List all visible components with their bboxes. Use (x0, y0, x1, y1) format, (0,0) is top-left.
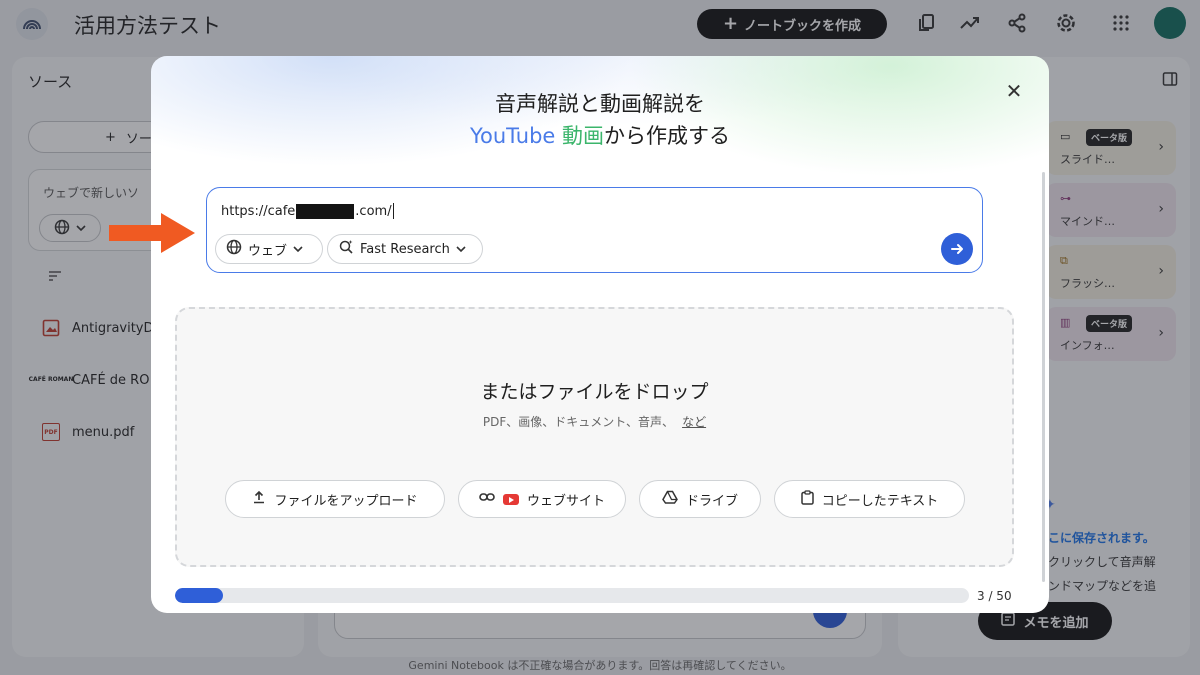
redaction-box (296, 203, 355, 219)
drive-icon (662, 490, 678, 508)
research-mode-label: Fast Research (360, 241, 450, 257)
globe-icon (226, 239, 242, 259)
research-mode-dropdown[interactable]: Fast Research (327, 234, 483, 264)
more-file-types-link[interactable]: など (682, 415, 706, 429)
sparkle-search-icon (338, 239, 354, 259)
web-source-label: ウェブ (248, 243, 288, 259)
source-limit-progress-fill (175, 588, 223, 603)
clipboard-icon (800, 489, 814, 509)
dialog-title-video: 動画 (562, 124, 605, 148)
url-input-value[interactable]: https://cafe .com/ (221, 203, 394, 219)
chevron-down-icon (456, 242, 466, 257)
copied-text-button[interactable]: コピーしたテキスト (774, 480, 965, 518)
dialog-title-youtube: YouTube (469, 124, 556, 148)
submit-url-button[interactable] (941, 233, 973, 265)
dialog-scrollbar[interactable] (1042, 172, 1045, 582)
youtube-icon (502, 493, 519, 505)
dialog-title-line1: 音声解説と動画解説を (495, 92, 705, 116)
url-input-box[interactable]: https://cafe .com/ ウェブ Fast Research (206, 187, 983, 273)
file-drop-zone[interactable]: またはファイルをドロップ PDF、画像、ドキュメント、音声、 など ファイルをアッ… (175, 307, 1014, 567)
url-prefix: https://cafe (221, 203, 296, 219)
source-limit-progress (175, 588, 969, 603)
arrow-right-icon (951, 244, 963, 254)
source-limit-label: 3 / 50 (977, 589, 1012, 603)
upload-file-label: ファイルをアップロード (274, 493, 418, 509)
drive-source-button[interactable]: ドライブ (639, 480, 761, 518)
drive-source-label: ドライブ (685, 493, 738, 509)
upload-file-button[interactable]: ファイルをアップロード (225, 480, 445, 518)
web-source-dropdown[interactable]: ウェブ (215, 234, 323, 264)
website-source-button[interactable]: ウェブサイト (458, 480, 626, 518)
add-source-dialog: ✕ 音声解説と動画解説を YouTube 動画から作成する https://ca… (151, 56, 1049, 613)
website-source-label: ウェブサイト (526, 493, 605, 509)
dialog-title-rest: から作成する (604, 124, 731, 148)
dialog-title-line2: YouTube 動画から作成する (151, 120, 1049, 150)
annotation-arrow-icon (109, 213, 195, 253)
drop-title: またはファイルをドロップ (480, 381, 709, 403)
url-suffix: .com/ (355, 203, 392, 219)
drop-subtitle: PDF、画像、ドキュメント、音声、 など (177, 413, 1012, 430)
copied-text-label: コピーしたテキスト (821, 493, 939, 509)
link-icon (479, 491, 495, 507)
chevron-down-icon (293, 242, 303, 257)
drop-file-types: PDF、画像、ドキュメント、音声、 (482, 415, 675, 429)
upload-icon (252, 490, 266, 508)
text-caret (392, 203, 394, 219)
